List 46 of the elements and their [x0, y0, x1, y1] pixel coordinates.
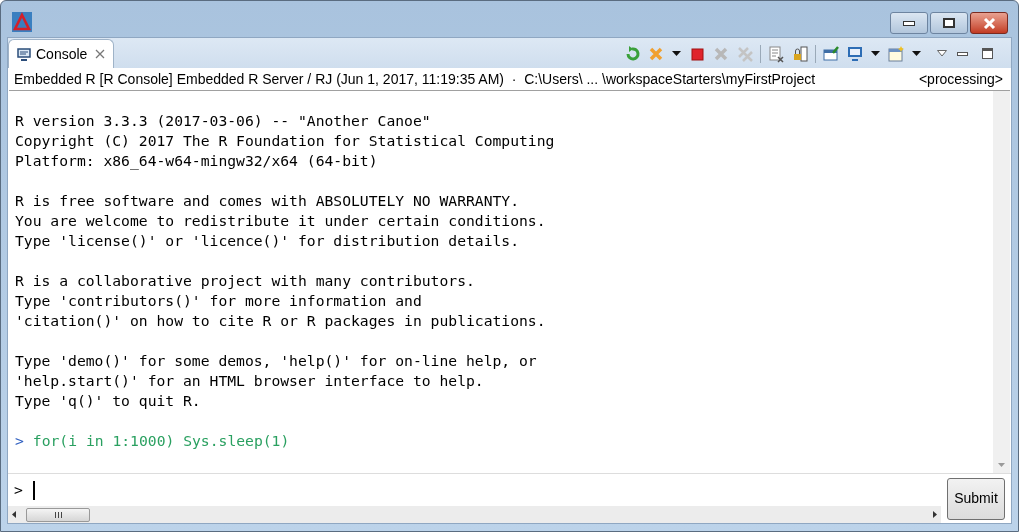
view-menu-icon[interactable] [937, 50, 947, 57]
console-output-line: Type 'contributors()' for more information and [15, 291, 422, 311]
console-output-line: R is a collaborative project with many contributors. [15, 271, 475, 291]
vertical-scrollbar[interactable] [993, 91, 1010, 473]
dropdown-caret-icon[interactable] [912, 50, 921, 57]
console-output-line: 'citation()' on how to cite R or R packages in publications. [15, 311, 546, 331]
close-icon [982, 17, 996, 29]
console-output-line: Platform: x86_64-w64-mingw32/x64 (64-bit) [15, 151, 378, 171]
prompt-symbol: > [15, 431, 24, 451]
console-output-line: R is free software and comes with ABSOLUTELY NO WARRANTY. [15, 191, 520, 211]
console-output-line: Copyright (C) 2017 The R Foundation for Statistical Computing [15, 131, 555, 151]
scroll-left-icon[interactable] [12, 511, 16, 518]
minimize-icon [903, 20, 915, 26]
console-output-line: You are welcome to redistribute it under certain conditions. [15, 211, 546, 231]
pin-window-icon[interactable] [822, 44, 840, 63]
close-button[interactable] [970, 12, 1008, 34]
console-tab[interactable]: Console [8, 39, 115, 68]
console-output-line: R version 3.3.3 (2017-03-06) -- "Another Canoe" [15, 111, 431, 131]
app-logo-icon [12, 12, 32, 32]
dropdown-caret-icon[interactable] [672, 50, 681, 57]
console-output-line: Type 'q()' to quit R. [15, 391, 201, 411]
console-command: for(i in 1:1000) Sys.sleep(1) [32, 431, 290, 451]
monitor-icon [17, 47, 31, 61]
scroll-right-icon[interactable] [933, 511, 937, 518]
submit-button[interactable]: Submit [947, 477, 1005, 520]
monitor-icon[interactable] [846, 44, 864, 63]
new-window-icon[interactable] [887, 44, 905, 63]
close-tab-icon[interactable] [95, 49, 106, 59]
command-input[interactable]: > [8, 474, 941, 506]
clear-page-icon[interactable] [767, 44, 785, 63]
dropdown-caret-icon[interactable] [871, 50, 880, 57]
maximize-view-icon[interactable] [982, 48, 993, 59]
restore-icon [943, 18, 955, 28]
scroll-lock-icon[interactable] [791, 44, 809, 63]
console-output-line: Type 'license()' or 'licence()' for distribution details. [15, 231, 520, 251]
console-output-line: Type 'demo()' for some demos, 'help()' for on-line help, or [15, 351, 537, 371]
grip-icon [54, 511, 62, 518]
minimize-button[interactable] [890, 12, 928, 34]
status-text: <processing> [918, 69, 1003, 89]
input-prompt: > [14, 479, 23, 500]
minimize-view-icon[interactable] [957, 51, 968, 56]
horizontal-scrollbar[interactable] [8, 506, 941, 523]
console-output-line: 'help.start()' for an HTML browser interface to help. [15, 371, 484, 391]
console-description: Embedded R [R Console] Embedded R Server / RJ (Jun 1, 2017, 11:19:35 AM) · C:\Users\ ... \workspaceStarters\myFirstProject [14, 69, 816, 89]
scrollbar-thumb[interactable] [26, 507, 90, 522]
maximize-button[interactable] [930, 12, 968, 34]
